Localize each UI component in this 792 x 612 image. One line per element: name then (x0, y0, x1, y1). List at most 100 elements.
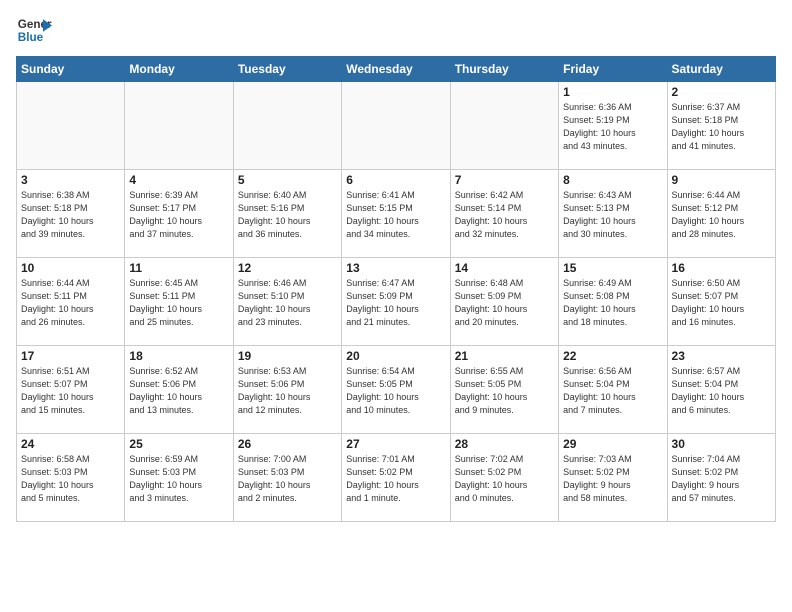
day-cell-16: 16 Sunrise: 6:50 AM Sunset: 5:07 PM Dayli… (667, 258, 775, 346)
day-info: Sunrise: 7:01 AM Sunset: 5:02 PM Dayligh… (346, 453, 445, 505)
day-info: Sunrise: 6:37 AM Sunset: 5:18 PM Dayligh… (672, 101, 771, 153)
empty-cell (450, 82, 558, 170)
week-row-5: 24 Sunrise: 6:58 AM Sunset: 5:03 PM Dayli… (17, 434, 776, 522)
day-number: 9 (672, 173, 771, 187)
day-number: 28 (455, 437, 554, 451)
day-info: Sunrise: 6:39 AM Sunset: 5:17 PM Dayligh… (129, 189, 228, 241)
day-cell-15: 15 Sunrise: 6:49 AM Sunset: 5:08 PM Dayli… (559, 258, 667, 346)
weekday-thursday: Thursday (450, 57, 558, 82)
empty-cell (125, 82, 233, 170)
day-info: Sunrise: 7:02 AM Sunset: 5:02 PM Dayligh… (455, 453, 554, 505)
day-info: Sunrise: 6:47 AM Sunset: 5:09 PM Dayligh… (346, 277, 445, 329)
day-cell-7: 7Sunrise: 6:42 AM Sunset: 5:14 PM Daylig… (450, 170, 558, 258)
day-number: 21 (455, 349, 554, 363)
day-info: Sunrise: 6:58 AM Sunset: 5:03 PM Dayligh… (21, 453, 120, 505)
day-number: 17 (21, 349, 120, 363)
day-number: 15 (563, 261, 662, 275)
day-cell-4: 4 Sunrise: 6:39 AM Sunset: 5:17 PM Daylig… (125, 170, 233, 258)
day-number: 19 (238, 349, 337, 363)
day-info: Sunrise: 6:49 AM Sunset: 5:08 PM Dayligh… (563, 277, 662, 329)
day-cell-13: 13 Sunrise: 6:47 AM Sunset: 5:09 PM Dayli… (342, 258, 450, 346)
day-info: Sunrise: 6:57 AM Sunset: 5:04 PM Dayligh… (672, 365, 771, 417)
day-number: 8 (563, 173, 662, 187)
day-info: Sunrise: 6:54 AM Sunset: 5:05 PM Dayligh… (346, 365, 445, 417)
logo-icon: General Blue (16, 12, 52, 48)
weekday-wednesday: Wednesday (342, 57, 450, 82)
day-number: 14 (455, 261, 554, 275)
day-number: 29 (563, 437, 662, 451)
day-cell-17: 17 Sunrise: 6:51 AM Sunset: 5:07 PM Dayli… (17, 346, 125, 434)
day-cell-5: 5 Sunrise: 6:40 AM Sunset: 5:16 PM Daylig… (233, 170, 341, 258)
day-info: Sunrise: 6:59 AM Sunset: 5:03 PM Dayligh… (129, 453, 228, 505)
day-number: 18 (129, 349, 228, 363)
weekday-saturday: Saturday (667, 57, 775, 82)
day-cell-20: 20 Sunrise: 6:54 AM Sunset: 5:05 PM Dayli… (342, 346, 450, 434)
day-info: Sunrise: 6:44 AM Sunset: 5:12 PM Dayligh… (672, 189, 771, 241)
day-info: Sunrise: 6:44 AM Sunset: 5:11 PM Dayligh… (21, 277, 120, 329)
weekday-friday: Friday (559, 57, 667, 82)
day-cell-14: 14 Sunrise: 6:48 AM Sunset: 5:09 PM Dayli… (450, 258, 558, 346)
week-row-2: 3Sunrise: 6:38 AM Sunset: 5:18 PM Daylig… (17, 170, 776, 258)
day-cell-18: 18 Sunrise: 6:52 AM Sunset: 5:06 PM Dayli… (125, 346, 233, 434)
day-cell-6: 6 Sunrise: 6:41 AM Sunset: 5:15 PM Daylig… (342, 170, 450, 258)
day-number: 11 (129, 261, 228, 275)
day-number: 6 (346, 173, 445, 187)
day-number: 12 (238, 261, 337, 275)
day-number: 23 (672, 349, 771, 363)
day-info: Sunrise: 7:03 AM Sunset: 5:02 PM Dayligh… (563, 453, 662, 505)
day-number: 24 (21, 437, 120, 451)
day-number: 13 (346, 261, 445, 275)
day-cell-11: 11 Sunrise: 6:45 AM Sunset: 5:11 PM Dayli… (125, 258, 233, 346)
day-info: Sunrise: 6:48 AM Sunset: 5:09 PM Dayligh… (455, 277, 554, 329)
day-cell-25: 25 Sunrise: 6:59 AM Sunset: 5:03 PM Dayli… (125, 434, 233, 522)
day-info: Sunrise: 6:36 AM Sunset: 5:19 PM Dayligh… (563, 101, 662, 153)
day-number: 3 (21, 173, 120, 187)
week-row-3: 10 Sunrise: 6:44 AM Sunset: 5:11 PM Dayli… (17, 258, 776, 346)
day-info: Sunrise: 7:00 AM Sunset: 5:03 PM Dayligh… (238, 453, 337, 505)
day-info: Sunrise: 6:41 AM Sunset: 5:15 PM Dayligh… (346, 189, 445, 241)
calendar-page: General Blue SundayMondayTuesdayWednesda… (0, 0, 792, 612)
empty-cell (17, 82, 125, 170)
day-info: Sunrise: 6:46 AM Sunset: 5:10 PM Dayligh… (238, 277, 337, 329)
day-info: Sunrise: 7:04 AM Sunset: 5:02 PM Dayligh… (672, 453, 771, 505)
day-number: 16 (672, 261, 771, 275)
day-number: 4 (129, 173, 228, 187)
day-cell-27: 27 Sunrise: 7:01 AM Sunset: 5:02 PM Dayli… (342, 434, 450, 522)
day-cell-9: 9 Sunrise: 6:44 AM Sunset: 5:12 PM Daylig… (667, 170, 775, 258)
day-cell-26: 26 Sunrise: 7:00 AM Sunset: 5:03 PM Dayli… (233, 434, 341, 522)
day-number: 5 (238, 173, 337, 187)
day-number: 25 (129, 437, 228, 451)
weekday-header-row: SundayMondayTuesdayWednesdayThursdayFrid… (17, 57, 776, 82)
day-info: Sunrise: 6:52 AM Sunset: 5:06 PM Dayligh… (129, 365, 228, 417)
day-info: Sunrise: 6:56 AM Sunset: 5:04 PM Dayligh… (563, 365, 662, 417)
week-row-1: 1Sunrise: 6:36 AM Sunset: 5:19 PM Daylig… (17, 82, 776, 170)
day-cell-3: 3Sunrise: 6:38 AM Sunset: 5:18 PM Daylig… (17, 170, 125, 258)
day-number: 26 (238, 437, 337, 451)
day-cell-19: 19 Sunrise: 6:53 AM Sunset: 5:06 PM Dayli… (233, 346, 341, 434)
week-row-4: 17 Sunrise: 6:51 AM Sunset: 5:07 PM Dayli… (17, 346, 776, 434)
day-cell-1: 1Sunrise: 6:36 AM Sunset: 5:19 PM Daylig… (559, 82, 667, 170)
day-info: Sunrise: 6:50 AM Sunset: 5:07 PM Dayligh… (672, 277, 771, 329)
day-info: Sunrise: 6:55 AM Sunset: 5:05 PM Dayligh… (455, 365, 554, 417)
day-number: 22 (563, 349, 662, 363)
day-info: Sunrise: 6:43 AM Sunset: 5:13 PM Dayligh… (563, 189, 662, 241)
day-cell-24: 24 Sunrise: 6:58 AM Sunset: 5:03 PM Dayli… (17, 434, 125, 522)
day-info: Sunrise: 6:53 AM Sunset: 5:06 PM Dayligh… (238, 365, 337, 417)
day-info: Sunrise: 6:45 AM Sunset: 5:11 PM Dayligh… (129, 277, 228, 329)
day-cell-29: 29 Sunrise: 7:03 AM Sunset: 5:02 PM Dayli… (559, 434, 667, 522)
day-number: 27 (346, 437, 445, 451)
weekday-sunday: Sunday (17, 57, 125, 82)
weekday-monday: Monday (125, 57, 233, 82)
header: General Blue (16, 12, 776, 48)
calendar-table: SundayMondayTuesdayWednesdayThursdayFrid… (16, 56, 776, 522)
day-number: 30 (672, 437, 771, 451)
day-cell-21: 21 Sunrise: 6:55 AM Sunset: 5:05 PM Dayli… (450, 346, 558, 434)
day-info: Sunrise: 6:51 AM Sunset: 5:07 PM Dayligh… (21, 365, 120, 417)
svg-text:Blue: Blue (18, 31, 44, 44)
day-number: 7 (455, 173, 554, 187)
day-number: 20 (346, 349, 445, 363)
day-number: 10 (21, 261, 120, 275)
day-cell-10: 10 Sunrise: 6:44 AM Sunset: 5:11 PM Dayli… (17, 258, 125, 346)
day-info: Sunrise: 6:40 AM Sunset: 5:16 PM Dayligh… (238, 189, 337, 241)
empty-cell (342, 82, 450, 170)
